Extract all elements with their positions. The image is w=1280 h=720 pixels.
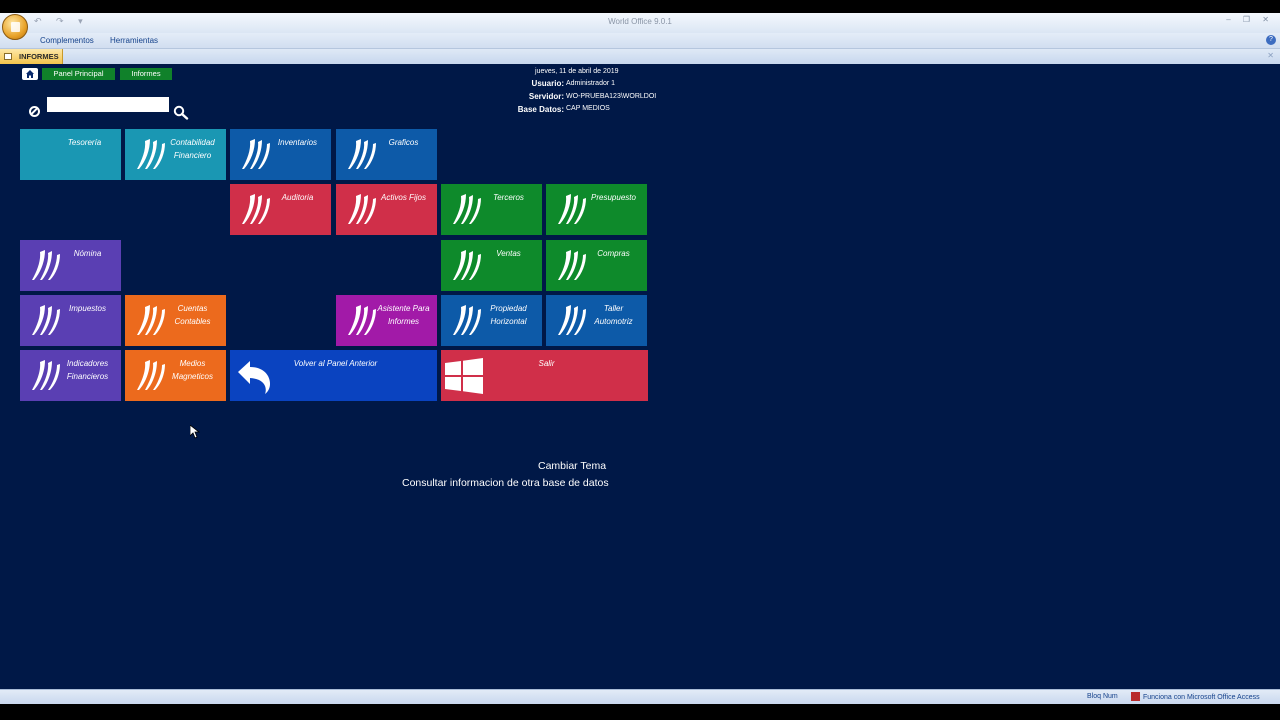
base-datos-label: Base Datos: <box>517 105 564 114</box>
access-status: Funciona con Microsoft Office Access <box>1131 692 1260 701</box>
tile-auditoria[interactable]: Auditoria <box>230 184 331 235</box>
title-bar: ↶ ↷ ▾ World Office 9.0.1 – ❐ ✕ <box>0 13 1280 40</box>
tile-propiedad-horizontal[interactable]: Propiedad Horizontal <box>441 295 542 346</box>
access-icon <box>1131 692 1140 701</box>
tile-label: Volver al Panel Anterior <box>293 359 378 368</box>
tile-label: Impuestos <box>69 304 106 313</box>
tile-label: Salir <box>538 359 555 368</box>
form-icon <box>4 53 12 60</box>
status-bar: Bloq Num Funciona con Microsoft Office A… <box>0 689 1280 704</box>
usuario-label: Usuario: <box>531 79 564 88</box>
cambiar-tema-link[interactable]: Cambiar Tema <box>538 460 606 472</box>
tab-informes-label: INFORMES <box>19 52 59 61</box>
base-datos-value: CAP MEDIOS <box>566 105 610 112</box>
search-input[interactable] <box>47 97 169 112</box>
tile-tesoreria[interactable]: Tesorería <box>20 129 121 180</box>
tile-label: Compras <box>597 249 630 258</box>
home-button[interactable] <box>22 68 38 80</box>
tile-activos-fijos[interactable]: Activos Fijos <box>336 184 437 235</box>
search-icon[interactable] <box>173 105 189 120</box>
tile-label: Contabilidad Financiero <box>170 138 215 160</box>
tile-terceros[interactable]: Terceros <box>441 184 542 235</box>
tile-label: Presupuesto <box>591 193 636 202</box>
help-icon[interactable]: ? <box>1266 35 1276 45</box>
tile-label: Taller Automotriz <box>594 304 633 326</box>
tile-presupuesto[interactable]: Presupuesto <box>546 184 647 235</box>
tile-compras[interactable]: Compras <box>546 240 647 291</box>
servidor-value: WO-PRUEBA123\WORLDOI <box>566 93 657 100</box>
back-arrow-icon <box>238 361 270 394</box>
tile-label: Auditoria <box>281 193 314 202</box>
tile-label: Medios Magneticos <box>172 359 213 381</box>
tile-label: Indicadores Financieros <box>66 359 109 381</box>
document-tab-bar: INFORMES ✕ <box>0 49 1280 64</box>
breadcrumb-informes[interactable]: Informes <box>120 68 172 80</box>
tile-label: Tesorería <box>67 138 102 147</box>
tile-label: Nómina <box>73 249 102 258</box>
close-icon[interactable]: ✕ <box>1267 51 1274 60</box>
menu-bar: Complementos Herramientas ? <box>0 33 1280 49</box>
mouse-cursor-icon <box>190 425 200 439</box>
access-status-text: Funciona con Microsoft Office Access <box>1143 694 1260 701</box>
tile-nomina[interactable]: Nómina <box>20 240 121 291</box>
bloq-num-indicator: Bloq Num <box>1087 693 1118 700</box>
main-panel: Panel Principal Informes jueves, 11 de a… <box>0 64 1280 689</box>
tile-label: Terceros <box>493 193 524 202</box>
servidor-label: Servidor: <box>528 92 564 101</box>
menu-herramientas[interactable]: Herramientas <box>110 36 158 45</box>
tile-asistente-informes[interactable]: Asistente Para Informes <box>336 295 437 346</box>
tile-graficos[interactable]: Graficos <box>336 129 437 180</box>
tile-salir[interactable]: Salir <box>441 350 648 401</box>
windows-logo-icon <box>445 358 483 394</box>
usuario-value: Administrador 1 <box>566 80 616 87</box>
window-title: World Office 9.0.1 <box>608 17 672 26</box>
home-icon <box>26 70 34 78</box>
menu-complementos[interactable]: Complementos <box>40 36 94 45</box>
tile-medios-magneticos[interactable]: Medios Magneticos <box>125 350 226 401</box>
tile-indicadores-financieros[interactable]: Indicadores Financieros <box>20 350 121 401</box>
tile-label: Inventarios <box>277 138 318 147</box>
window-controls[interactable]: – ❐ ✕ <box>1226 15 1274 24</box>
tile-label: Cuentas Contables <box>174 304 211 326</box>
tile-cuentas-contables[interactable]: Cuentas Contables <box>125 295 226 346</box>
tile-volver-panel-anterior[interactable]: Volver al Panel Anterior <box>230 350 437 401</box>
tile-label: Propiedad Horizontal <box>490 304 527 326</box>
tile-label: Ventas <box>496 249 521 258</box>
session-date: jueves, 11 de abril de 2019 <box>535 68 619 75</box>
tab-informes[interactable]: INFORMES <box>0 49 63 64</box>
tile-label: Asistente Para Informes <box>377 304 430 326</box>
tile-impuestos[interactable]: Impuestos <box>20 295 121 346</box>
breadcrumb-panel-principal[interactable]: Panel Principal <box>42 68 115 80</box>
clear-search-icon[interactable] <box>29 106 40 117</box>
consultar-otra-base-link[interactable]: Consultar informacion de otra base de da… <box>402 477 609 489</box>
tile-ventas[interactable]: Ventas <box>441 240 542 291</box>
office-button[interactable] <box>2 14 28 40</box>
tile-contabilidad-financiero[interactable]: Contabilidad Financiero <box>125 129 226 180</box>
tile-label: Graficos <box>388 138 419 147</box>
tile-label: Activos Fijos <box>381 193 426 202</box>
tile-inventarios[interactable]: Inventarios <box>230 129 331 180</box>
tile-taller-automotriz[interactable]: Taller Automotriz <box>546 295 647 346</box>
